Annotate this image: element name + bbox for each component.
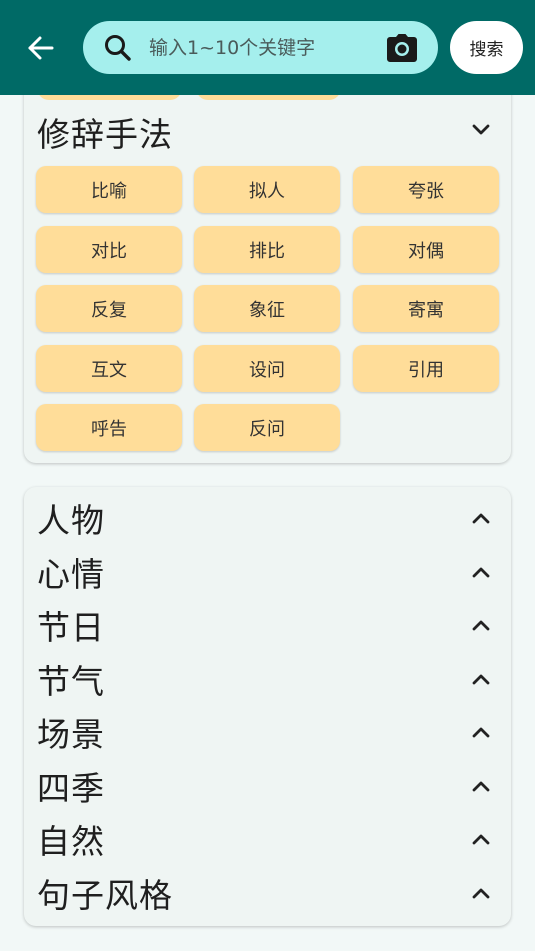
search-input[interactable] [147, 27, 376, 69]
back-button[interactable] [20, 27, 62, 69]
search-button[interactable]: 搜索 [450, 21, 523, 74]
category-row-sentence-style[interactable]: 句子风格 [24, 868, 511, 918]
chip-metaphor[interactable]: 比喻 [36, 166, 182, 213]
category-row-festivals[interactable]: 节日 [24, 600, 511, 650]
screen: 修辞手法 比喻 拟人 夸张 对比 排比 对偶 反复 象征 寄寓 互文 设问 引用… [0, 0, 535, 951]
search-box[interactable] [83, 21, 438, 74]
chevron-up-icon [472, 781, 490, 792]
chip-counter-question[interactable]: 反问 [194, 404, 340, 451]
chevron-up-icon [472, 674, 490, 685]
category-title: 自然 [37, 822, 105, 861]
rhetoric-section-title: 修辞手法 [37, 115, 173, 154]
top-app-bar: 搜索 [0, 0, 535, 95]
category-title: 节气 [37, 662, 105, 701]
search-icon [105, 35, 131, 61]
chip-rhetorical-question[interactable]: 设问 [194, 345, 340, 392]
category-title: 场景 [37, 715, 105, 754]
category-title: 节日 [37, 608, 105, 647]
chevron-down-icon [472, 124, 490, 135]
chip-antithesis[interactable]: 对偶 [353, 226, 499, 273]
category-title: 句子风格 [37, 876, 173, 915]
arrow-left-icon [28, 36, 54, 60]
chip-hyperbole[interactable]: 夸张 [353, 166, 499, 213]
chip-intertextuality[interactable]: 互文 [36, 345, 182, 392]
chevron-up-icon [472, 727, 490, 738]
chevron-up-icon [472, 888, 490, 899]
camera-icon[interactable] [385, 32, 419, 64]
chevron-up-icon [472, 834, 490, 845]
category-title: 心情 [37, 555, 105, 594]
category-row-solar-terms[interactable]: 节气 [24, 654, 511, 704]
rhetoric-card: 修辞手法 比喻 拟人 夸张 对比 排比 对偶 反复 象征 寄寓 互文 设问 引用… [24, 40, 511, 463]
category-row-mood[interactable]: 心情 [24, 547, 511, 597]
chevron-up-icon [472, 567, 490, 578]
category-row-nature[interactable]: 自然 [24, 814, 511, 864]
chip-contrast[interactable]: 对比 [36, 226, 182, 273]
chip-personification[interactable]: 拟人 [194, 166, 340, 213]
category-title: 四季 [37, 769, 105, 808]
rhetoric-section-header[interactable]: 修辞手法 [37, 108, 507, 156]
chip-symbolism[interactable]: 象征 [194, 285, 340, 332]
chip-apostrophe[interactable]: 呼告 [36, 404, 182, 451]
category-row-people[interactable]: 人物 [24, 493, 511, 543]
chevron-up-icon [472, 513, 490, 524]
chevron-up-icon [472, 620, 490, 631]
category-title: 人物 [37, 501, 105, 540]
chip-parallelism[interactable]: 排比 [194, 226, 340, 273]
category-row-seasons[interactable]: 四季 [24, 761, 511, 811]
chip-quotation[interactable]: 引用 [353, 345, 499, 392]
category-row-scenes[interactable]: 场景 [24, 707, 511, 757]
categories-card: 人物 心情 节日 节气 场景 四季 自然 句子风格 [24, 487, 511, 926]
chip-allegory[interactable]: 寄寓 [353, 285, 499, 332]
chip-repetition[interactable]: 反复 [36, 285, 182, 332]
